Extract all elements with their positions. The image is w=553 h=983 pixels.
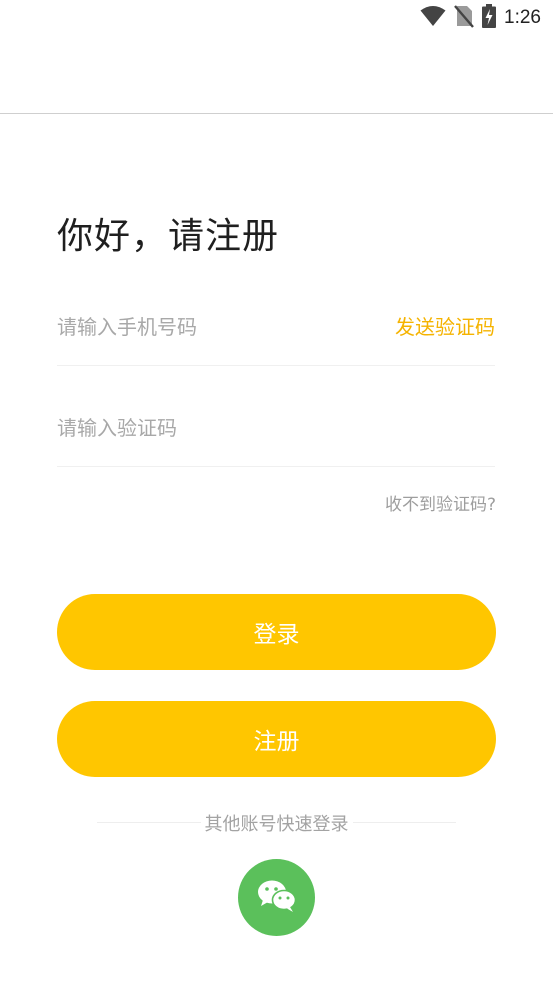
other-login-label: 其他账号快速登录 — [200, 814, 353, 835]
no-sim-icon — [454, 4, 474, 32]
phone-input[interactable] — [57, 311, 357, 343]
battery-charging-icon — [482, 4, 497, 32]
top-bar — [0, 36, 553, 114]
status-icons: 1:26 — [420, 4, 541, 32]
register-button[interactable]: 注册 — [57, 701, 496, 777]
page-title: 你好，请注册 — [57, 216, 280, 257]
phone-field-underline — [57, 365, 495, 366]
wechat-icon — [256, 878, 298, 918]
status-bar: 1:26 — [0, 0, 553, 36]
status-time: 1:26 — [504, 7, 541, 28]
send-code-button[interactable]: 发送验证码 — [395, 311, 495, 343]
no-code-link[interactable]: 收不到验证码? — [385, 490, 496, 515]
login-button[interactable]: 登录 — [57, 594, 496, 670]
verification-code-input[interactable] — [57, 412, 437, 444]
wechat-login-button[interactable] — [238, 859, 315, 936]
wifi-icon — [420, 5, 446, 31]
other-login-label-wrap: 其他账号快速登录 — [0, 810, 553, 836]
code-field-underline — [57, 466, 495, 467]
